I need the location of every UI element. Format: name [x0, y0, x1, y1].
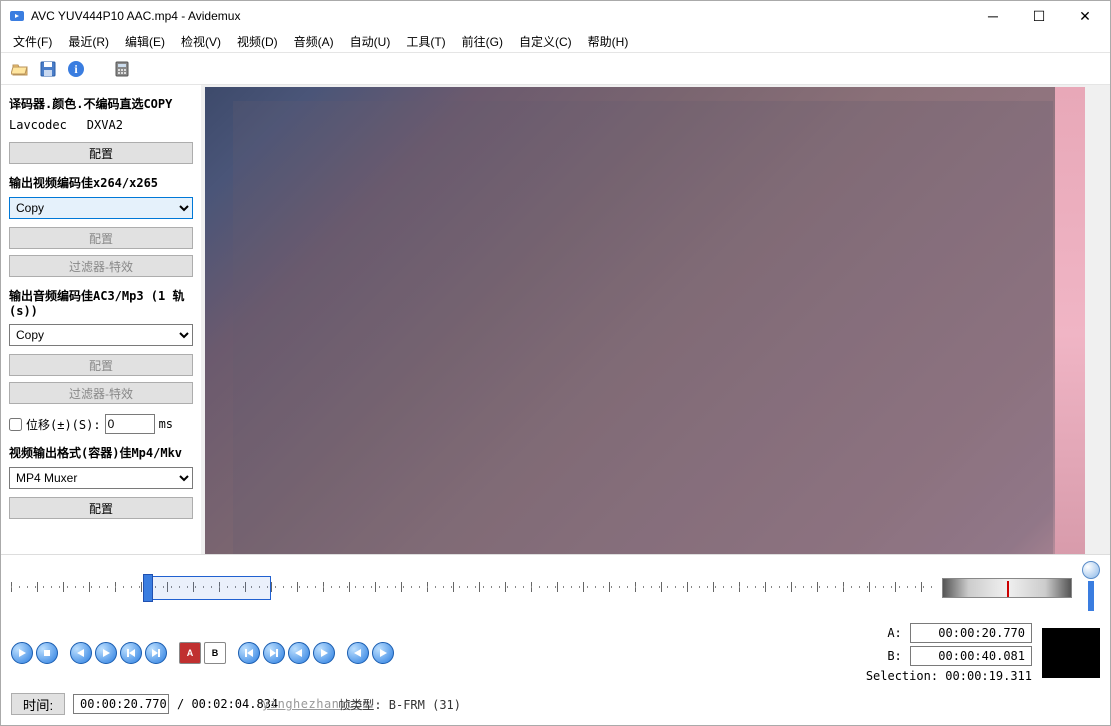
set-marker-b-button[interactable]: B: [204, 642, 226, 664]
video-codec-select[interactable]: Copy: [9, 197, 193, 219]
marker-b-value[interactable]: 00:00:40.081: [910, 646, 1032, 666]
frame-type: 帧类型: B-FRM (31): [338, 696, 461, 713]
goto-marker-a-button[interactable]: [288, 642, 310, 664]
menu-edit[interactable]: 编辑(E): [117, 31, 173, 52]
video-configure-button: 配置: [9, 227, 193, 249]
video-preview-area: [201, 85, 1110, 554]
play-button[interactable]: [11, 642, 33, 664]
shift-label: 位移(±)(S):: [26, 416, 101, 433]
decoder-codec: Lavcodec: [9, 118, 67, 132]
video-out-title: 输出视频编码佳x264/x265: [9, 174, 193, 191]
current-time-input[interactable]: 00:00:20.770: [73, 694, 169, 714]
decoder-hw: DXVA2: [87, 118, 123, 132]
menu-file[interactable]: 文件(F): [5, 31, 60, 52]
menu-custom[interactable]: 自定义(C): [511, 31, 580, 52]
marker-panel: A: 00:00:20.770 B: 00:00:40.081 Selectio…: [866, 623, 1032, 683]
prev-black-frame-button[interactable]: [347, 642, 369, 664]
selection-duration: Selection: 00:00:19.311: [866, 669, 1032, 683]
stop-button[interactable]: [36, 642, 58, 664]
next-black-frame-button[interactable]: [372, 642, 394, 664]
audio-filters-button: 过滤器-特效: [9, 382, 193, 404]
info-icon[interactable]: i: [65, 58, 87, 80]
shift-input[interactable]: [105, 414, 155, 434]
menu-goto[interactable]: 前往(G): [454, 31, 511, 52]
timeline[interactable]: [11, 574, 932, 602]
goto-marker-b-button[interactable]: [313, 642, 335, 664]
prev-keyframe-button[interactable]: [120, 642, 142, 664]
save-icon[interactable]: [37, 58, 59, 80]
goto-end-button[interactable]: [263, 642, 285, 664]
audio-codec-select[interactable]: Copy: [9, 324, 193, 346]
next-keyframe-button[interactable]: [145, 642, 167, 664]
toolbar: i: [1, 53, 1110, 85]
marker-a-value[interactable]: 00:00:20.770: [910, 623, 1032, 643]
format-configure-button[interactable]: 配置: [9, 497, 193, 519]
window-title: AVC YUV444P10 AAC.mp4 - Avidemux: [31, 9, 970, 23]
bottom-panel: A B A: 00:00:20.770 B: 00:00:40.081 Sele…: [1, 554, 1110, 725]
menu-video[interactable]: 视频(D): [229, 31, 286, 52]
minimize-button[interactable]: ─: [970, 1, 1016, 31]
menu-recent[interactable]: 最近(R): [60, 31, 117, 52]
menu-view[interactable]: 检视(V): [173, 31, 229, 52]
marker-a-label: A:: [866, 626, 902, 640]
timeline-playhead[interactable]: [143, 574, 153, 602]
jog-wheel[interactable]: [942, 578, 1072, 598]
calculator-icon[interactable]: [111, 58, 133, 80]
decoder-section-title: 译码器.颜色.不编码直选COPY: [9, 95, 193, 112]
app-icon: [9, 8, 25, 24]
video-filters-button: 过滤器-特效: [9, 255, 193, 277]
menu-tools[interactable]: 工具(T): [398, 31, 453, 52]
titlebar: AVC YUV444P10 AAC.mp4 - Avidemux ─ ☐ ✕: [1, 1, 1110, 31]
set-marker-a-button[interactable]: A: [179, 642, 201, 664]
prev-frame-button[interactable]: [70, 642, 92, 664]
time-button[interactable]: 时间:: [11, 693, 65, 715]
menu-help[interactable]: 帮助(H): [580, 31, 637, 52]
output-format-select[interactable]: MP4 Muxer: [9, 467, 193, 489]
open-icon[interactable]: [9, 58, 31, 80]
menu-audio[interactable]: 音频(A): [286, 31, 342, 52]
shift-unit: ms: [159, 417, 173, 431]
audio-out-title: 输出音频编码佳AC3/Mp3 (1 轨(s)): [9, 287, 193, 318]
audio-configure-button: 配置: [9, 354, 193, 376]
volume-slider[interactable]: [1082, 561, 1100, 615]
menu-auto[interactable]: 自动(U): [342, 31, 399, 52]
close-button[interactable]: ✕: [1062, 1, 1108, 31]
transport-controls: A B: [11, 642, 394, 664]
goto-start-button[interactable]: [238, 642, 260, 664]
decoder-configure-button[interactable]: 配置: [9, 142, 193, 164]
timeline-selection: [143, 576, 271, 600]
sidebar: 译码器.颜色.不编码直选COPY Lavcodec DXVA2 配置 输出视频编…: [1, 85, 201, 554]
shift-checkbox[interactable]: [9, 418, 22, 431]
preview-thumbnail: [1042, 628, 1100, 678]
video-frame: [205, 87, 1085, 554]
maximize-button[interactable]: ☐: [1016, 1, 1062, 31]
marker-b-label: B:: [866, 649, 902, 663]
next-frame-button[interactable]: [95, 642, 117, 664]
menubar: 文件(F) 最近(R) 编辑(E) 检视(V) 视频(D) 音频(A) 自动(U…: [1, 31, 1110, 53]
format-out-title: 视频输出格式(容器)佳Mp4/Mkv: [9, 444, 193, 461]
